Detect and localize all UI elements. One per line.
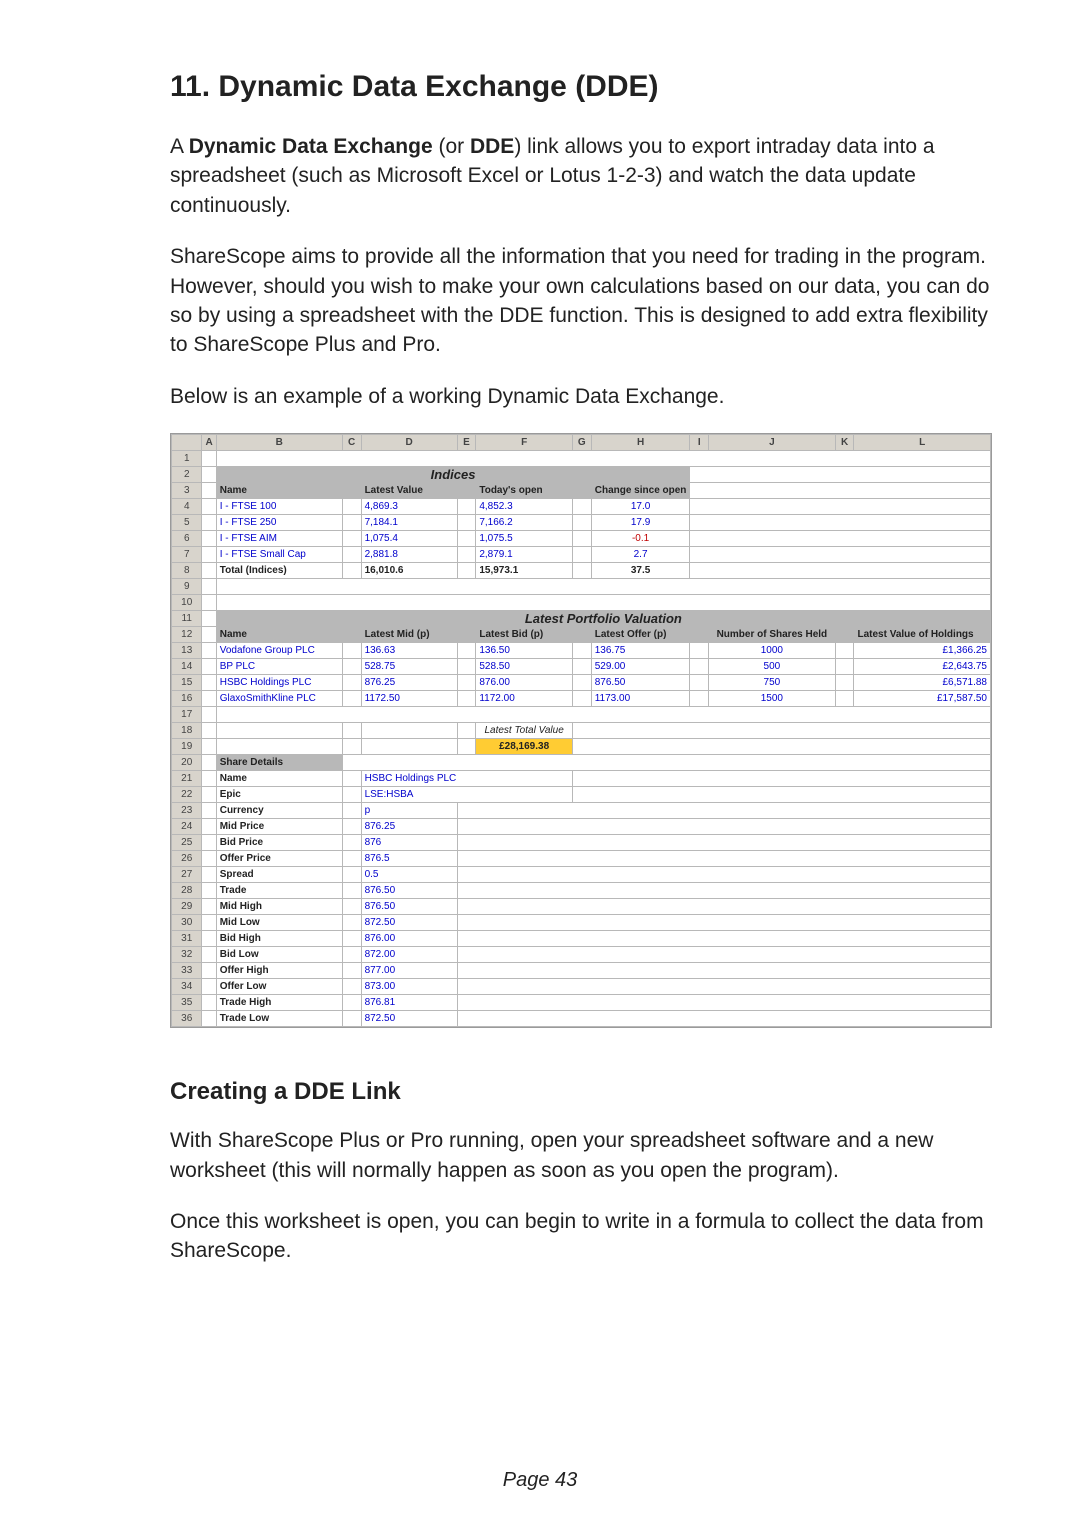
col-change: Change since open (591, 483, 690, 499)
indices-title: Indices (216, 467, 690, 483)
paragraph-4: With ShareScope Plus or Pro running, ope… (170, 1126, 990, 1185)
share-detail-row: 36Trade Low872.50 (172, 1011, 991, 1027)
section-title: Creating a DDE Link (170, 1078, 990, 1106)
latest-total-row: 18Latest Total Value (172, 723, 991, 739)
share-detail-row: 29Mid High876.50 (172, 899, 991, 915)
indices-row: 7I - FTSE Small Cap2,881.82,879.12.7 (172, 547, 991, 563)
share-detail-row: 24Mid Price876.25 (172, 819, 991, 835)
indices-total-row: 8Total (Indices)16,010.615,973.137.5 (172, 563, 991, 579)
col-K: K (835, 435, 854, 451)
text: (or (433, 135, 470, 158)
share-detail-row: 33Offer High877.00 (172, 963, 991, 979)
share-detail-row: 21NameHSBC Holdings PLC (172, 771, 991, 787)
share-detail-row: 30Mid Low872.50 (172, 915, 991, 931)
share-detail-row: 25Bid Price876 (172, 835, 991, 851)
paragraph-1: A Dynamic Data Exchange (or DDE) link al… (170, 132, 990, 220)
share-detail-row: 32Bid Low872.00 (172, 947, 991, 963)
text: A (170, 135, 189, 158)
paragraph-2: ShareScope aims to provide all the infor… (170, 242, 990, 360)
col-todays-open: Today's open (476, 483, 573, 499)
col-latest-value: Latest Value (361, 483, 457, 499)
document-page: 11. Dynamic Data Exchange (DDE) A Dynami… (0, 0, 1080, 1532)
share-detail-row: 23Currencyp (172, 803, 991, 819)
col-E: E (457, 435, 476, 451)
page-number: Page 43 (0, 1469, 1080, 1492)
indices-header-row: 3 Name Latest Value Today's open Change … (172, 483, 991, 499)
col-J: J (709, 435, 836, 451)
paragraph-3: Below is an example of a working Dynamic… (170, 382, 990, 411)
col-C: C (342, 435, 361, 451)
col-D: D (361, 435, 457, 451)
col-L: L (854, 435, 991, 451)
portfolio-row: 14BP PLC528.75528.50529.00500£2,643.75 (172, 659, 991, 675)
portfolio-row: 16GlaxoSmithKline PLC1172.501172.001173.… (172, 691, 991, 707)
corner-cell (172, 435, 202, 451)
share-detail-row: 31Bid High876.00 (172, 931, 991, 947)
column-header-row: A B C D E F G H I J K L (172, 435, 991, 451)
col-B: B (216, 435, 342, 451)
share-detail-row: 35Trade High876.81 (172, 995, 991, 1011)
latest-total-value: £28,169.38 (476, 739, 573, 755)
col-name: Name (216, 483, 342, 499)
share-details-title: Share Details (216, 755, 342, 771)
share-detail-row: 26Offer Price876.5 (172, 851, 991, 867)
paragraph-5: Once this worksheet is open, you can beg… (170, 1207, 990, 1266)
col-G: G (572, 435, 591, 451)
spreadsheet-example: A B C D E F G H I J K L 1 2Indices 3 Nam… (170, 433, 992, 1028)
share-detail-row: 28Trade876.50 (172, 883, 991, 899)
bold-text: Dynamic Data Exchange (189, 135, 433, 158)
col-I: I (690, 435, 709, 451)
portfolio-header-row: 12 Name Latest Mid (p) Latest Bid (p) La… (172, 627, 991, 643)
share-detail-row: 27Spread0.5 (172, 867, 991, 883)
indices-row: 4I - FTSE 1004,869.34,852.317.0 (172, 499, 991, 515)
col-H: H (591, 435, 690, 451)
portfolio-row: 15HSBC Holdings PLC876.25876.00876.50750… (172, 675, 991, 691)
indices-row: 5I - FTSE 2507,184.17,166.217.9 (172, 515, 991, 531)
page-title: 11. Dynamic Data Exchange (DDE) (170, 70, 990, 104)
portfolio-row: 13Vodafone Group PLC136.63136.50136.7510… (172, 643, 991, 659)
col-A: A (202, 435, 216, 451)
share-detail-row: 22EpicLSE:HSBA (172, 787, 991, 803)
col-F: F (476, 435, 573, 451)
indices-row: 6I - FTSE AIM1,075.41,075.5-0.1 (172, 531, 991, 547)
share-detail-row: 34Offer Low873.00 (172, 979, 991, 995)
bold-text: DDE (470, 135, 514, 158)
portfolio-title: Latest Portfolio Valuation (216, 611, 990, 627)
